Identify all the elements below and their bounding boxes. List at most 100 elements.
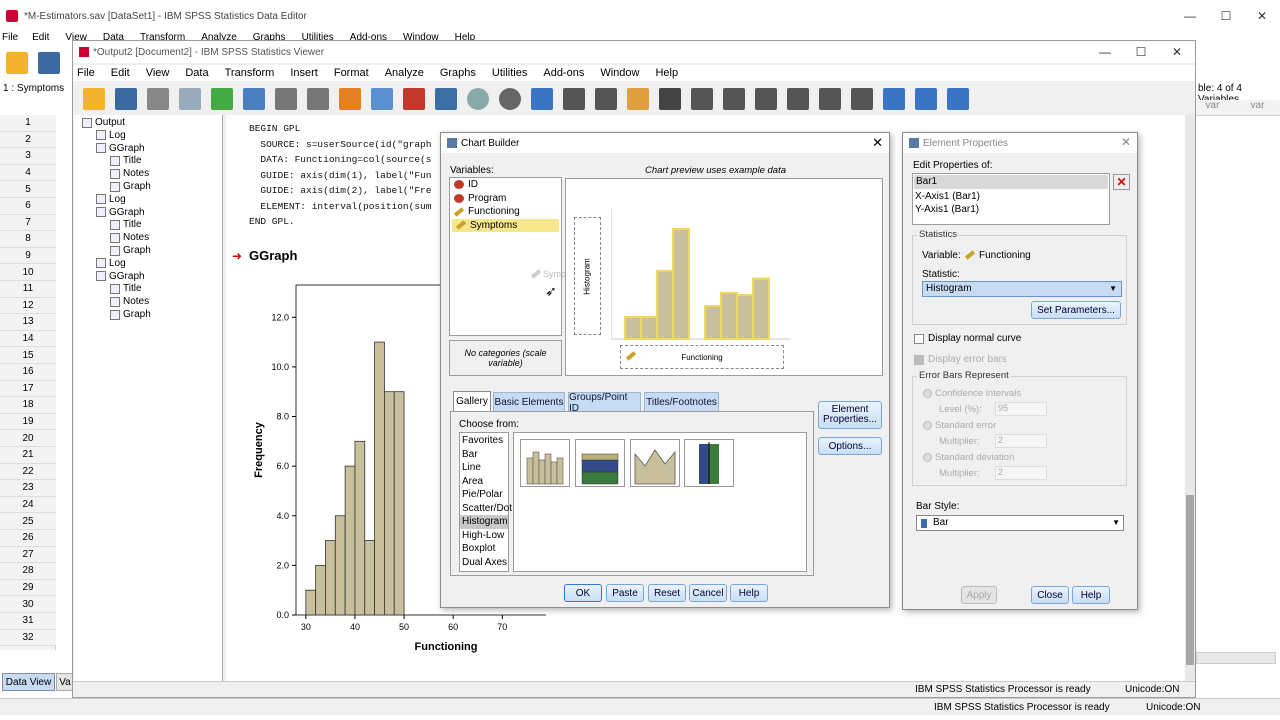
row-number[interactable]: 17 [0,380,56,398]
help-button[interactable]: Help [730,584,768,602]
menu-help[interactable]: Help [647,67,686,79]
row-number[interactable]: 31 [0,613,56,630]
row-number[interactable]: 28 [0,563,56,580]
options-button[interactable]: Options... [818,437,882,455]
chart-preview-canvas[interactable]: Histogram Functioning [565,178,883,376]
save-icon[interactable] [115,88,137,110]
column-header[interactable]: var [1235,100,1280,115]
data-editor-titlebar[interactable]: *M-Estimators.sav [DataSet1] - IBM SPSS … [0,0,1280,32]
undo-icon[interactable] [275,88,297,110]
variable-item[interactable]: Symptoms [452,218,559,232]
row-number[interactable]: 21 [0,447,56,464]
variable-item[interactable]: Program [450,192,561,206]
close-icon[interactable]: ✕ [1159,41,1195,63]
outline-item[interactable]: GGraph [96,207,145,218]
chart-type-item[interactable]: Line [460,461,508,475]
outline-item[interactable]: Graph [110,309,151,320]
row-number[interactable]: 7 [0,214,56,232]
row-number[interactable]: 30 [0,596,56,613]
chart-type-item[interactable]: Dual Axes [460,556,508,570]
chart-type-item[interactable]: Bar [460,448,508,462]
chart-type-item[interactable]: Favorites [460,434,508,448]
outline-item[interactable]: Log [96,194,126,205]
scroll-thumb[interactable] [1186,495,1194,665]
outline-tree-pane[interactable]: Output Log GGraph Title Notes Graph Log GGraph T… [74,115,223,681]
set-parameters-button[interactable]: Set Parameters... [1031,301,1121,319]
redo-icon[interactable] [307,88,329,110]
outline-item[interactable]: Notes [110,296,149,307]
bar-style-dropdown[interactable]: Bar ▼ [916,515,1124,531]
tab-groups-point-id[interactable]: Groups/Point ID [568,392,641,414]
variables-icon[interactable] [435,88,457,110]
row-number[interactable]: 2 [0,131,56,149]
maximize-icon[interactable]: ☐ [1208,0,1244,32]
row-number[interactable]: 18 [0,397,56,414]
menu-analyze[interactable]: Analyze [377,67,432,79]
row-number[interactable]: 12 [0,297,56,315]
row-number[interactable]: 26 [0,530,56,547]
element-properties-titlebar[interactable]: Element Properties ✕ [903,133,1137,153]
row-number[interactable]: 27 [0,546,56,564]
save-icon[interactable] [38,52,60,74]
chart-type-item[interactable]: Area [460,475,508,489]
row-number[interactable]: 16 [0,364,56,381]
row-number[interactable]: 10 [0,264,56,281]
insert-heading-icon[interactable] [883,88,905,110]
menu-utilities[interactable]: Utilities [484,67,535,79]
row-number[interactable]: 8 [0,231,56,248]
outline-item[interactable]: Log [96,130,126,141]
select-icon[interactable] [499,88,521,110]
minimize-icon[interactable]: — [1087,41,1123,63]
row-number[interactable]: 3 [0,148,56,165]
collapse-minus-icon[interactable] [787,88,809,110]
insert-title-icon[interactable] [627,88,649,110]
element-properties-button[interactable]: Element Properties... [818,401,882,429]
variable-item[interactable]: ID [450,178,561,192]
element-item-y-axis[interactable]: Y-Axis1 (Bar1) [913,203,1109,217]
chart-type-item[interactable]: Histogram [460,515,508,529]
paste-button[interactable]: Paste [606,584,644,602]
print-preview-icon[interactable] [179,88,201,110]
maximize-icon[interactable]: ☐ [1123,41,1159,63]
element-item-x-axis[interactable]: X-Axis1 (Bar1) [913,190,1109,204]
goto-variable-icon[interactable] [403,88,425,110]
chart-type-list[interactable]: Favorites Bar Line Area Pie/Polar Scatter/Dot… [459,432,512,572]
ok-button[interactable]: OK [564,584,602,602]
row-number[interactable]: 6 [0,198,56,215]
data-view-tab[interactable]: Data View [2,673,55,691]
menu-window[interactable]: Window [592,67,647,79]
recall-dialog-icon[interactable] [243,88,265,110]
element-item-bar1[interactable]: Bar1 [914,175,1108,189]
insert-text-icon[interactable] [915,88,937,110]
y-axis-drop-zone[interactable]: Histogram [574,217,601,335]
tab-titles-footnotes[interactable]: Titles/Footnotes [644,392,719,412]
split-file-icon[interactable] [531,88,553,110]
x-axis-drop-zone[interactable]: Functioning [620,345,784,369]
menu-graphs[interactable]: Graphs [432,67,484,79]
outline-item[interactable]: Notes [110,168,149,179]
close-button[interactable]: Close [1031,586,1069,604]
row-number[interactable]: 9 [0,247,56,265]
viewer-titlebar[interactable]: *Output2 [Document2] - IBM SPSS Statisti… [73,41,1195,63]
outline-item[interactable]: Graph [110,181,151,192]
delete-element-icon[interactable]: ✕ [1113,174,1130,190]
menu-transform[interactable]: Transform [217,67,283,79]
row-number[interactable]: 25 [0,513,56,530]
outline-item[interactable]: Output [82,117,125,128]
stacked-histogram-thumb[interactable] [575,439,625,487]
outline-item[interactable]: Title [110,219,142,230]
export-icon[interactable] [211,88,233,110]
close-icon[interactable]: ✕ [872,135,883,151]
column-header[interactable]: var [1190,100,1235,115]
arrow-right-icon[interactable] [723,88,745,110]
close-icon[interactable]: ✕ [1121,135,1131,149]
open-folder-icon[interactable] [6,52,28,74]
element-list[interactable]: Bar1 X-Axis1 (Bar1) Y-Axis1 (Bar1) [912,173,1110,225]
normal-curve-checkbox[interactable]: Display normal curve [914,333,1021,344]
outline-item[interactable]: Graph [110,245,151,256]
menu-edit[interactable]: Edit [103,67,138,79]
demote-icon[interactable] [595,88,617,110]
row-number[interactable]: 19 [0,413,56,431]
hide-item-icon[interactable] [851,88,873,110]
row-number[interactable]: 24 [0,496,56,514]
